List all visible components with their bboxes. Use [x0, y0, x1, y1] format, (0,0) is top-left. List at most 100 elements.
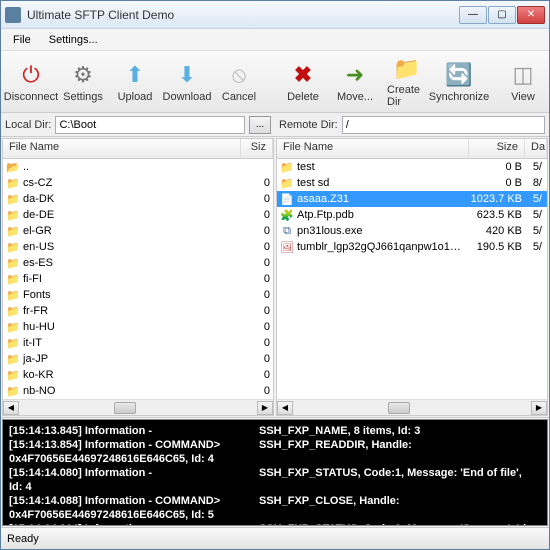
status-text: Ready	[7, 533, 39, 545]
col-date[interactable]: Da	[525, 139, 547, 158]
folder-icon: 📁	[6, 256, 20, 270]
file-size: 0 B	[466, 177, 522, 189]
upload-button[interactable]: ⬆Upload	[111, 54, 159, 110]
file-name: Fonts	[23, 289, 238, 301]
file-name: cs-CZ	[23, 177, 238, 189]
file-size: 0	[238, 385, 270, 397]
list-item[interactable]: 📁Fonts0	[3, 287, 273, 303]
list-item[interactable]: 📁test0 B5/	[277, 159, 547, 175]
toolbar: ⏻Disconnect ⚙Settings ⬆Upload ⬇Download …	[1, 51, 549, 113]
list-item[interactable]: 📁ja-JP0	[3, 351, 273, 367]
local-dir-label: Local Dir:	[5, 119, 51, 131]
file-name: it-IT	[23, 337, 238, 349]
file-name: asaaa.Z31	[297, 193, 466, 205]
list-item[interactable]: 📁hu-HU0	[3, 319, 273, 335]
col-size[interactable]: Siz	[241, 139, 273, 158]
file-date: 8/	[522, 177, 544, 189]
menubar: File Settings...	[1, 29, 549, 51]
local-hscroll[interactable]: ◀▶	[3, 399, 273, 415]
list-item[interactable]: 📁test sd0 B8/	[277, 175, 547, 191]
local-dir-section: Local Dir: ...	[1, 116, 275, 134]
file-name: ..	[23, 161, 238, 173]
file-icon: 📄	[280, 192, 294, 206]
list-item[interactable]: 📁el-GR0	[3, 223, 273, 239]
menu-file[interactable]: File	[5, 32, 39, 48]
list-item[interactable]: 📁da-DK0	[3, 191, 273, 207]
file-size: 0	[238, 337, 270, 349]
move-button[interactable]: ➜Move...	[331, 54, 379, 110]
list-item[interactable]: 📁es-ES0	[3, 255, 273, 271]
power-icon: ⏻	[16, 60, 46, 90]
local-dir-input[interactable]	[55, 116, 245, 134]
col-name[interactable]: File Name	[277, 139, 469, 158]
synchronize-button[interactable]: 🔄Synchronize	[435, 54, 483, 110]
maximize-button[interactable]: ▢	[488, 6, 516, 24]
folder-icon: 📁	[6, 352, 20, 366]
window-title: Ultimate SFTP Client Demo	[27, 8, 459, 22]
delete-button[interactable]: ✖Delete	[279, 54, 327, 110]
folder-icon: 📁	[6, 368, 20, 382]
up-folder-icon: 📂	[6, 160, 20, 174]
settings-button[interactable]: ⚙Settings	[59, 54, 107, 110]
list-item[interactable]: 📁it-IT0	[3, 335, 273, 351]
list-item[interactable]: 📁de-DE0	[3, 207, 273, 223]
createdir-button[interactable]: 📁Create Dir	[383, 54, 431, 110]
file-name: nb-NO	[23, 385, 238, 397]
file-date: 5/	[522, 209, 544, 221]
log-console[interactable]: [15:14:13.845] Information -SSH_FXP_NAME…	[2, 419, 548, 526]
folder-icon: 📁	[6, 384, 20, 398]
menu-settings[interactable]: Settings...	[41, 32, 106, 48]
disconnect-button[interactable]: ⏻Disconnect	[7, 54, 55, 110]
folder-icon: 📁	[6, 288, 20, 302]
list-item[interactable]: 📂..	[3, 159, 273, 175]
close-button[interactable]: ✕	[517, 6, 545, 24]
list-item[interactable]: 📁nb-NO0	[3, 383, 273, 399]
download-button[interactable]: ⬇Download	[163, 54, 211, 110]
col-size[interactable]: Size	[469, 139, 525, 158]
list-item[interactable]: ⧉pn31lous.exe420 KB5/	[277, 223, 547, 239]
remote-header: File Name Size Da	[277, 139, 547, 159]
local-file-list[interactable]: 📂..📁cs-CZ0📁da-DK0📁de-DE0📁el-GR0📁en-US0📁e…	[3, 159, 273, 399]
list-item[interactable]: 📁fr-FR0	[3, 303, 273, 319]
titlebar[interactable]: Ultimate SFTP Client Demo — ▢ ✕	[1, 1, 549, 29]
file-name: hu-HU	[23, 321, 238, 333]
list-item[interactable]: 📁ko-KR0	[3, 367, 273, 383]
list-item[interactable]: 📄asaaa.Z311023.7 KB5/	[277, 191, 547, 207]
remote-dir-label: Remote Dir:	[279, 119, 338, 131]
file-name: Atp.Ftp.pdb	[297, 209, 466, 221]
remote-dir-input[interactable]	[342, 116, 545, 134]
file-size: 0	[238, 321, 270, 333]
file-name: fi-FI	[23, 273, 238, 285]
col-name[interactable]: File Name	[3, 139, 241, 158]
list-item[interactable]: 🧩Atp.Ftp.pdb623.5 KB5/	[277, 207, 547, 223]
cancel-button[interactable]: ⦸Cancel	[215, 54, 263, 110]
list-item[interactable]: 📁en-US0	[3, 239, 273, 255]
gear-icon: ⚙	[68, 60, 98, 90]
file-name: el-GR	[23, 225, 238, 237]
file-size: 0	[238, 209, 270, 221]
browse-local-button[interactable]: ...	[249, 116, 271, 134]
file-size: 623.5 KB	[466, 209, 522, 221]
remote-file-list[interactable]: 📁test0 B5/📁test sd0 B8/📄asaaa.Z311023.7 …	[277, 159, 547, 399]
file-date: 5/	[522, 193, 544, 205]
file-size: 0	[238, 369, 270, 381]
minimize-button[interactable]: —	[459, 6, 487, 24]
file-size: 0	[238, 353, 270, 365]
list-item[interactable]: 📁fi-FI0	[3, 271, 273, 287]
view-button[interactable]: ◫View	[499, 54, 547, 110]
view-icon: ◫	[508, 60, 538, 90]
file-size: 0	[238, 241, 270, 253]
file-name: ja-JP	[23, 353, 238, 365]
folder-icon: 📁	[280, 160, 294, 174]
dir-bar: Local Dir: ... Remote Dir:	[1, 113, 549, 137]
move-icon: ➜	[340, 60, 370, 90]
download-icon: ⬇	[172, 60, 202, 90]
list-item[interactable]: 🖼tumblr_lgp32gQJ661qanpw1o1_5...190.5 KB…	[277, 239, 547, 255]
remote-dir-section: Remote Dir:	[275, 116, 549, 134]
statusbar: Ready	[1, 527, 549, 549]
list-item[interactable]: 📁cs-CZ0	[3, 175, 273, 191]
folder-icon: 📁	[6, 176, 20, 190]
window-controls: — ▢ ✕	[459, 6, 545, 24]
remote-hscroll[interactable]: ◀▶	[277, 399, 547, 415]
file-name: test sd	[297, 177, 466, 189]
